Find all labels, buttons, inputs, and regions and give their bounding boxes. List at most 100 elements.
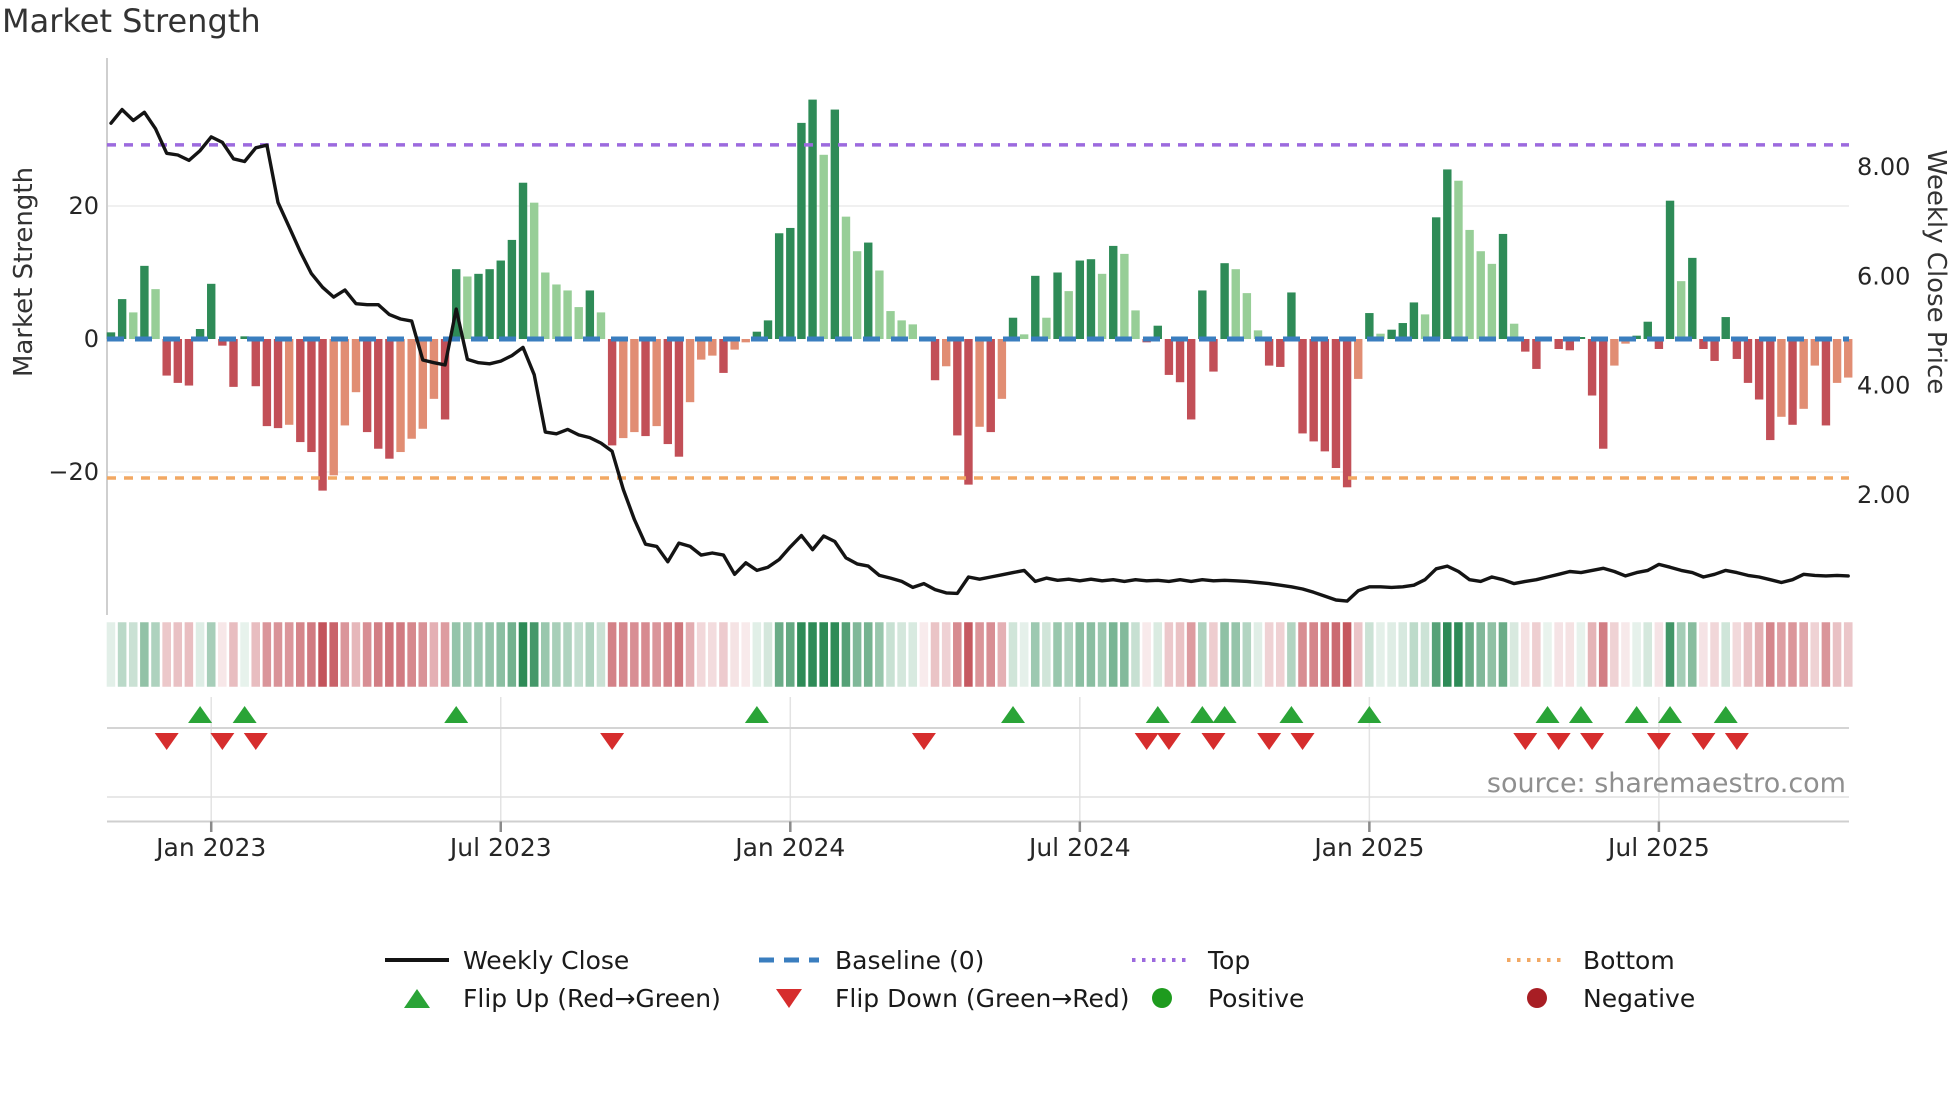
heatmap-cell <box>1028 619 1043 690</box>
heatmap-cell <box>839 619 853 690</box>
flip-up-icon <box>188 706 213 723</box>
strength-bar <box>541 272 550 339</box>
strength-bar <box>1676 281 1686 339</box>
heatmap-cell <box>1384 619 1399 690</box>
strength-bar <box>1019 334 1029 340</box>
strength-bar <box>463 276 472 339</box>
heatmap-cell <box>482 619 497 690</box>
heatmap-cell <box>404 619 419 690</box>
strength-bar <box>1643 321 1652 339</box>
strength-bar <box>1075 260 1085 339</box>
strength-bar <box>697 339 706 360</box>
heatmap-cell <box>1674 619 1688 690</box>
heatmap-cell <box>1284 619 1299 690</box>
heatmap-cell <box>1228 619 1243 690</box>
heatmap-cell <box>638 619 653 690</box>
strength-bar <box>140 265 149 339</box>
heatmap-cell <box>1373 619 1388 690</box>
strength-bar <box>1387 329 1396 339</box>
heatmap-cell <box>1796 619 1811 690</box>
flip-down-icon <box>1290 733 1315 750</box>
strength-bar <box>374 339 383 449</box>
heatmap-cell <box>1050 619 1065 690</box>
strength-bar <box>340 339 350 426</box>
strength-bar <box>1610 339 1619 366</box>
heatmap-cell <box>1451 619 1466 690</box>
left-axis-tick: −20 <box>48 458 99 486</box>
heatmap-cell <box>816 619 831 690</box>
strength-bar <box>685 339 695 403</box>
strength-bar <box>1799 339 1808 409</box>
strength-bar <box>1309 339 1318 442</box>
heatmap-cell <box>1162 619 1176 690</box>
heatmap-cell <box>694 619 709 690</box>
strength-bar <box>1264 339 1274 366</box>
heatmap-strip <box>104 619 1856 690</box>
heatmap-cell <box>1329 619 1343 690</box>
strength-bar <box>953 339 962 436</box>
strength-bar <box>641 339 650 437</box>
heatmap-cell <box>1039 619 1054 690</box>
heatmap-cell <box>1685 619 1700 690</box>
x-axis-tick: Jul 2025 <box>1606 833 1710 862</box>
strength-bar <box>774 233 784 339</box>
strength-bar <box>1276 339 1285 367</box>
strength-bar <box>1821 339 1831 426</box>
heatmap-cell <box>1696 619 1711 690</box>
heatmap-cell <box>1128 619 1143 690</box>
heatmap-cell <box>1017 619 1031 690</box>
strength-bar <box>1409 302 1419 340</box>
flip-down-markers <box>154 733 1749 750</box>
x-axis-tick: Jul 2024 <box>1027 833 1131 862</box>
strength-bar <box>496 260 505 339</box>
heatmap-cell <box>1195 619 1210 690</box>
flip-up-icon <box>1535 706 1560 723</box>
flip-down-icon <box>911 733 936 750</box>
heatmap-cell <box>972 619 987 690</box>
strength-bar <box>1120 253 1129 339</box>
strength-bar <box>1443 169 1452 339</box>
flip-down-icon <box>1513 733 1538 750</box>
strength-bar <box>1754 339 1764 400</box>
heatmap-cell <box>382 619 397 690</box>
flip-up-icon <box>232 706 257 723</box>
strength-bar <box>1298 339 1307 434</box>
heatmap-cell <box>1117 619 1132 690</box>
strength-bar <box>1053 272 1062 339</box>
left-axis-tick: 0 <box>84 325 99 353</box>
right-axis-tick: 6.00 <box>1857 262 1910 290</box>
strength-bar <box>630 339 639 433</box>
strength-bar <box>351 339 361 393</box>
strength-bar <box>396 339 405 453</box>
heatmap-cell <box>872 619 887 690</box>
strength-bar <box>284 339 294 425</box>
strength-bar <box>507 239 517 339</box>
heatmap-cell <box>905 619 920 690</box>
strength-bar <box>1810 339 1820 366</box>
strength-bar <box>318 339 327 491</box>
heatmap-cell <box>527 619 541 690</box>
strength-bar <box>1832 339 1842 383</box>
strength-bar <box>184 339 194 386</box>
strength-bar <box>1476 251 1485 339</box>
strength-bar <box>1532 339 1541 369</box>
heatmap-cell <box>1841 619 1856 690</box>
strength-bar <box>407 339 416 439</box>
chart-plot-area: 20 0 −20 8.00 6.00 4.00 2.00 Jan 2023 Jul 2023 Ja… <box>48 58 1910 862</box>
strength-bar <box>474 273 483 339</box>
strength-bar <box>986 339 995 433</box>
flip-up-icon <box>1624 706 1649 723</box>
heatmap-cell <box>471 619 486 690</box>
strength-bar <box>619 339 628 439</box>
strength-bar <box>173 339 183 383</box>
strength-bar <box>1732 339 1742 359</box>
heatmap-cell <box>1551 619 1566 690</box>
strength-bar <box>1431 217 1441 340</box>
strength-bar <box>1287 292 1296 339</box>
strength-bar <box>1008 317 1018 339</box>
heatmap-cell <box>1362 619 1377 690</box>
heatmap-cell <box>794 619 809 690</box>
source-attribution: source: sharemaestro.com <box>1486 768 1846 799</box>
strength-bar <box>1320 339 1330 452</box>
heatmap-cell <box>1006 619 1020 690</box>
